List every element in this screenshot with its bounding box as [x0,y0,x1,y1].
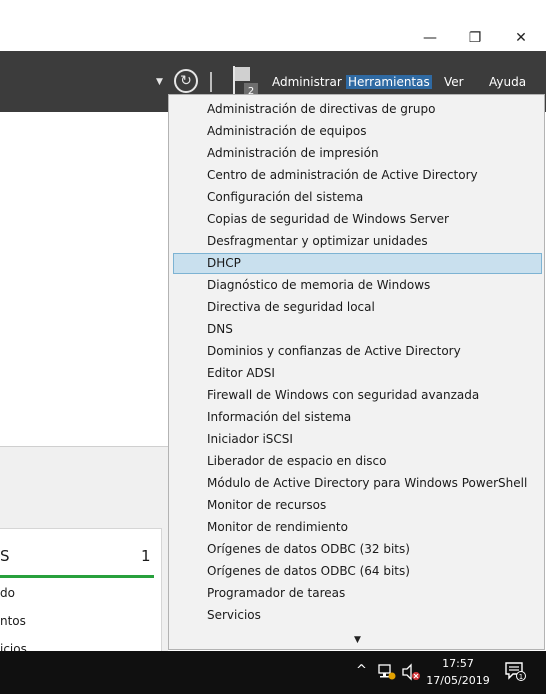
restore-icon: ❐ [468,30,482,46]
tools-dropdown-menu: Administración de directivas de grupo Adm… [168,94,545,650]
menu-item[interactable]: Orígenes de datos ODBC (64 bits) [173,561,542,582]
menu-item[interactable]: Administración de directivas de grupo [173,99,542,120]
notification-badge: 1 [519,673,523,681]
menu-item[interactable]: Configuración del sistema [173,187,542,208]
show-hidden-icons-icon[interactable]: ^ [356,663,367,678]
card-row[interactable]: ntos [0,614,26,628]
scroll-down-icon[interactable]: ▼ [354,635,361,645]
volume-muted-icon[interactable] [401,663,421,681]
taskbar: ^ 17:57 17/05/2019 1 [0,651,546,694]
card-count: 1 [141,547,151,565]
menu-item[interactable]: DNS [173,319,542,340]
close-button[interactable]: ✕ [498,25,544,51]
action-center-icon[interactable]: 1 [504,661,526,681]
menu-item[interactable]: Monitor de rendimiento [173,517,542,538]
menu-ayuda[interactable]: Ayuda [489,75,526,89]
menu-item[interactable]: Servicios [173,605,542,626]
menu-item[interactable]: Copias de seguridad de Windows Server [173,209,542,230]
menu-item[interactable]: Información del sistema [173,407,542,428]
menu-administrar[interactable]: Administrar [272,75,342,89]
menu-herramientas[interactable]: Herramientas [346,75,432,89]
maximize-button[interactable]: ❐ [452,25,498,51]
notifications-flag-icon[interactable]: 2 [232,65,258,97]
minimize-button[interactable]: — [407,25,453,51]
menu-item[interactable]: Desfragmentar y optimizar unidades [173,231,542,252]
top-strip [0,0,546,25]
menu-item[interactable]: Iniciador iSCSI [173,429,542,450]
minimize-icon: — [423,30,437,46]
menu-item[interactable]: Módulo de Active Directory para Windows … [173,473,542,494]
background-pane-top [0,112,168,171]
clock-date: 17/05/2019 [426,674,490,687]
close-icon: ✕ [515,30,527,46]
menu-item[interactable]: Orígenes de datos ODBC (32 bits) [173,539,542,560]
dropdown-arrow-icon[interactable]: ▼ [156,77,163,87]
menu-item[interactable]: DHCP [173,253,542,274]
card-title: S [0,547,10,565]
menu-item[interactable]: Administración de equipos [173,121,542,142]
background-pane-middle [0,170,168,447]
toolbar-separator [210,72,212,92]
card-row[interactable]: do [0,586,15,600]
menu-item[interactable]: Monitor de recursos [173,495,542,516]
refresh-icon[interactable]: ↻ [174,69,198,93]
menu-item[interactable]: Firewall de Windows con seguridad avanza… [173,385,542,406]
clock-time: 17:57 [442,657,474,670]
menu-item[interactable]: Diagnóstico de memoria de Windows [173,275,542,296]
menu-item[interactable]: Editor ADSI [173,363,542,384]
menu-item[interactable]: Dominios y confianzas de Active Director… [173,341,542,362]
menu-ver[interactable]: Ver [444,75,464,89]
menu-item[interactable]: Programador de tareas [173,583,542,604]
network-icon[interactable] [378,663,396,681]
menu-item[interactable]: Administración de impresión [173,143,542,164]
menu-item[interactable]: Liberador de espacio en disco [173,451,542,472]
menu-item[interactable]: Centro de administración de Active Direc… [173,165,542,186]
menu-item[interactable]: Directiva de seguridad local [173,297,542,318]
card-status-bar [0,575,154,578]
taskbar-clock[interactable]: 17:57 17/05/2019 [424,655,492,689]
role-card[interactable]: S 1 do ntos icios [0,528,162,656]
